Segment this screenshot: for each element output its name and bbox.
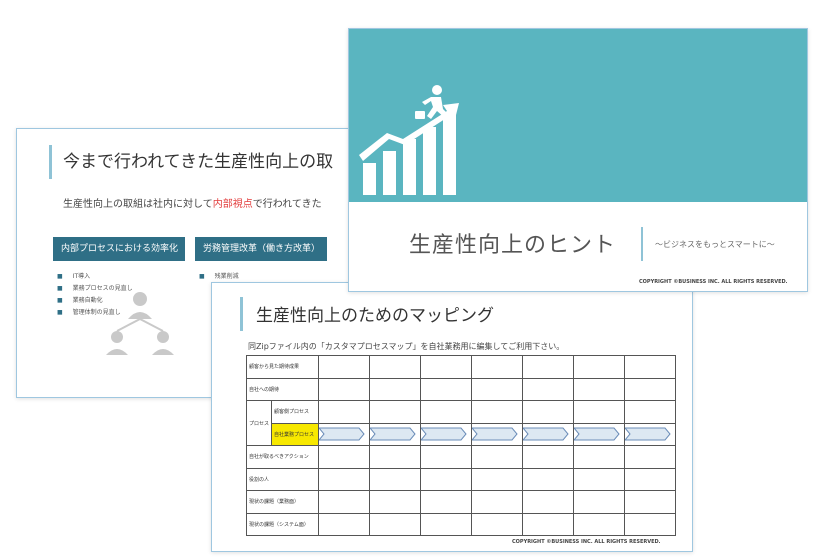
slide-mapping: 生産性向上のためのマッピング 同Zipファイル内の「カスタマプロセスマップ」を自… xyxy=(211,282,693,552)
process-arrow-icon xyxy=(523,427,569,441)
slide-note: 同Zipファイル内の「カスタマプロセスマップ」を自社業務用に編集してご利用下さい… xyxy=(248,342,565,351)
row-label: 現状の課題（業務面） xyxy=(245,490,320,514)
row-label: 自社への期待 xyxy=(245,377,320,401)
table-row: 現状の課題（システム面） xyxy=(245,512,677,536)
row-label-highlighted: 自社業務プロセス xyxy=(271,422,320,446)
title-separator xyxy=(641,227,643,261)
growth-chart-runner-icon xyxy=(359,85,459,195)
row-label: 自社が取るべきアクション xyxy=(245,445,320,469)
slide-title: 今まで行われてきた生産性向上の取 xyxy=(63,152,334,172)
row-label: 顧客側プロセス xyxy=(271,400,320,424)
process-arrow-icon xyxy=(421,427,467,441)
process-arrow-icon xyxy=(319,427,365,441)
cover-title: 生産性向上のヒント xyxy=(409,233,617,258)
box-labor-reform: 労務管理改革（働き方改革） xyxy=(195,237,327,261)
box-internal-process: 内部プロセスにおける効率化 xyxy=(53,237,185,261)
process-map-table: 顧客から見た期待成果 自社への期待 プロセス 顧客側プロセス 自社業務プロセス … xyxy=(245,355,677,536)
process-arrow-icon xyxy=(574,427,620,441)
process-arrow-icon xyxy=(370,427,416,441)
slide-title: 生産性向上のためのマッピング xyxy=(256,306,494,326)
table-row: 顧客から見た期待成果 xyxy=(245,355,677,379)
table-row: プロセス 顧客側プロセス xyxy=(245,400,677,446)
body-text-highlight: 内部視点 xyxy=(212,199,253,210)
table-row: 自社が取るべきアクション xyxy=(245,445,677,469)
body-text-post: で行われてきた xyxy=(252,199,322,210)
title-accent-bar xyxy=(49,145,52,179)
title-accent-bar xyxy=(240,297,243,331)
list-item: IT導入 xyxy=(57,271,133,283)
row-label: 役割の人 xyxy=(245,467,320,491)
row-group-label: プロセス xyxy=(245,400,273,446)
table-row: 自社への期待 xyxy=(245,377,677,401)
copyright-text: COPYRIGHT ©BUSINESS INC. ALL RIGHTS RESE… xyxy=(639,279,788,285)
table-row: 現状の課題（業務面） xyxy=(245,490,677,514)
cover-subtitle: ～ビジネスをもっとスマートに～ xyxy=(655,240,775,249)
copyright-text: COPYRIGHT ©BUSINESS INC. ALL RIGHTS RESE… xyxy=(512,539,661,545)
process-arrow-icon xyxy=(625,427,671,441)
slide-body-text: 生産性向上の取組は社内に対して内部視点で行われてきた xyxy=(63,195,322,210)
table-row: 自社業務プロセス xyxy=(247,422,677,446)
row-label: 顧客から見た期待成果 xyxy=(245,355,320,379)
body-text-pre: 生産性向上の取組は社内に対して xyxy=(63,199,213,210)
people-org-icon xyxy=(106,292,174,355)
row-label: 現状の課題（システム面） xyxy=(245,512,320,536)
process-arrow-icon xyxy=(472,427,518,441)
slide-cover: 生産性向上のヒント ～ビジネスをもっとスマートに～ COPYRIGHT ©BUS… xyxy=(348,28,808,292)
table-row: 役割の人 xyxy=(245,467,677,491)
